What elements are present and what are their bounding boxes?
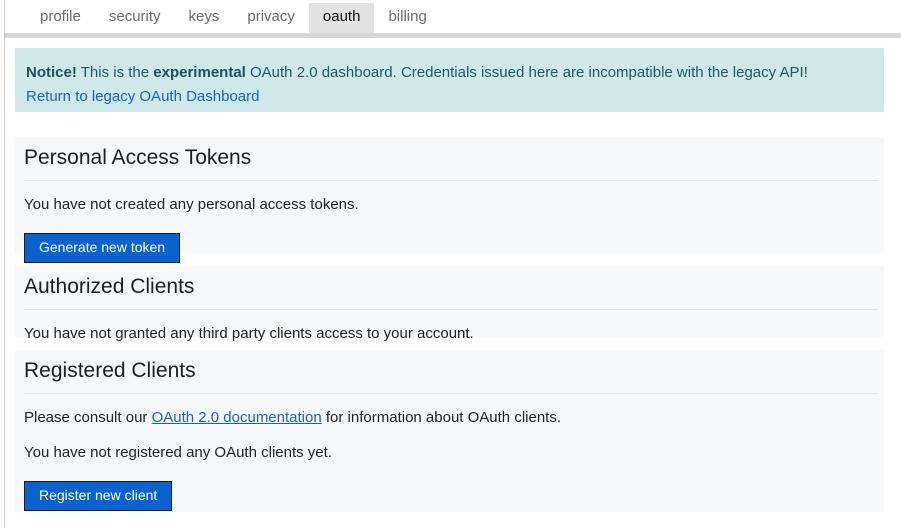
authorized-clients-section: Authorized Clients You have not granted … — [15, 266, 884, 342]
registered-clients-body: Please consult our OAuth 2.0 documentati… — [15, 394, 884, 511]
tab-security-label: security — [108, 8, 161, 25]
notice-text-after: OAuth 2.0 dashboard. Credentials issued … — [250, 64, 808, 81]
tab-profile-label: profile — [40, 8, 81, 25]
registered-clients-title: Registered Clients — [24, 359, 196, 382]
authorized-clients-empty-text: You have not granted any third party cli… — [24, 325, 474, 342]
personal-access-tokens-empty-text: You have not created any personal access… — [24, 196, 359, 213]
registered-clients-empty-text: You have not registered any OAuth client… — [24, 444, 332, 461]
oauth-documentation-link[interactable]: OAuth 2.0 documentation — [152, 409, 322, 426]
experimental-notice-banner: Notice! This is the experimental OAuth 2… — [15, 48, 884, 112]
registered-clients-section: Registered Clients Please consult our OA… — [15, 350, 884, 512]
legacy-oauth-dashboard-link[interactable]: Return to legacy OAuth Dashboard — [26, 85, 259, 109]
personal-access-tokens-body: You have not created any personal access… — [15, 181, 884, 263]
notice-emphasis: experimental — [153, 64, 246, 81]
personal-access-tokens-section: Personal Access Tokens You have not crea… — [15, 137, 884, 263]
tab-privacy-label: privacy — [247, 8, 295, 25]
tab-list: profile security keys privacy oauth bill… — [5, 0, 901, 33]
tab-oauth-label: oauth — [322, 8, 361, 25]
tab-oauth[interactable]: oauth — [308, 3, 375, 33]
tab-keys[interactable]: keys — [175, 3, 234, 33]
registered-clients-consult-text: Please consult our OAuth 2.0 documentati… — [24, 407, 875, 428]
authorized-clients-body: You have not granted any third party cli… — [15, 310, 884, 344]
tab-bar-underline-highlight — [5, 38, 901, 39]
authorized-clients-title: Authorized Clients — [24, 275, 195, 298]
personal-access-tokens-title: Personal Access Tokens — [24, 146, 252, 169]
consult-suffix: for information about OAuth clients. — [325, 409, 561, 426]
consult-prefix: Please consult our — [24, 409, 148, 426]
notice-line-2: Return to legacy OAuth Dashboard — [26, 85, 868, 109]
page-left-rule — [4, 0, 5, 528]
notice-text-before: This is the — [80, 64, 150, 81]
tab-billing[interactable]: billing — [374, 3, 440, 33]
tab-billing-label: billing — [388, 8, 427, 25]
tab-security[interactable]: security — [95, 3, 175, 33]
notice-prefix: Notice! — [26, 64, 77, 81]
settings-tab-bar: profile security keys privacy oauth bill… — [5, 0, 901, 33]
tab-privacy[interactable]: privacy — [233, 3, 309, 33]
register-new-client-button[interactable]: Register new client — [24, 481, 173, 511]
tab-keys-label: keys — [188, 8, 220, 25]
tab-bar-underline — [5, 33, 901, 39]
generate-new-token-button[interactable]: Generate new token — [24, 233, 181, 263]
notice-line-1: Notice! This is the experimental OAuth 2… — [26, 61, 868, 85]
tab-profile[interactable]: profile — [26, 3, 95, 33]
